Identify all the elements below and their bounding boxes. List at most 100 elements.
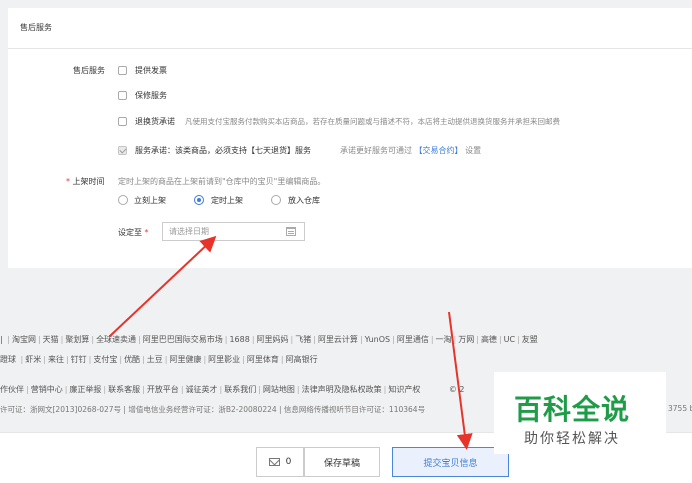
date-input[interactable] xyxy=(167,226,281,237)
footer-sep: | xyxy=(242,355,245,364)
footer-link[interactable]: 开放平台 xyxy=(147,385,179,394)
footer-sep: | xyxy=(65,355,69,364)
footer-sep: | xyxy=(359,335,363,344)
required-mark: * xyxy=(66,177,70,186)
footer-sep: | xyxy=(91,335,95,344)
footer-link[interactable]: 联系客服 xyxy=(108,385,140,394)
invoice-checkbox[interactable] xyxy=(118,66,127,75)
footer-link[interactable]: 钉钉 xyxy=(71,355,87,364)
footer-link[interactable]: 营销中心 xyxy=(31,385,63,394)
footer-link[interactable]: 阿里体育 xyxy=(247,355,279,364)
footer-links-row3: 作伙伴 | 营销中心 | 廉正举报 | 联系客服 | 开放平台 | 诚征英才 | 联系我们 | 网站地图 | 法… xyxy=(0,384,465,395)
footer-link[interactable]: 全球速卖通 xyxy=(96,335,136,344)
footer-sep: | xyxy=(313,335,316,344)
footer-sep: | xyxy=(296,385,300,394)
return-promise-checkbox[interactable] xyxy=(118,117,127,126)
footer-sep: | xyxy=(258,385,261,394)
footer-link[interactable]: 联系我们 xyxy=(224,385,256,394)
save-draft-button[interactable]: 保存草稿 xyxy=(304,447,380,477)
date-picker[interactable] xyxy=(162,222,305,241)
footer-link[interactable]: 友盟 xyxy=(522,335,538,344)
listing-time-text: 上架时间 xyxy=(72,177,105,186)
seven-day-label: 服务承诺：该类商品，必须支持【七天退货】服务 xyxy=(135,146,311,155)
footer-sep: | xyxy=(498,335,502,344)
footer-sep: | xyxy=(37,335,41,344)
footer-link[interactable]: 优酷 xyxy=(124,355,140,364)
footer-sep: | xyxy=(142,355,145,364)
trade-contract-link[interactable]: 【交易合约】 xyxy=(415,146,463,155)
footer-lead2[interactable]: 蹬球 xyxy=(0,355,16,364)
footer-link[interactable]: UC xyxy=(504,335,515,344)
footer-link[interactable]: 阿里妈妈 xyxy=(257,335,289,344)
footer-sep: | xyxy=(383,385,387,394)
return-promise-label: 退换货承诺 xyxy=(135,117,175,126)
set-to-label: 设定至 * xyxy=(118,227,149,238)
footer-link[interactable]: 阿里通信 xyxy=(397,335,429,344)
radio-warehouse-label: 放入仓库 xyxy=(288,196,320,205)
footer-sep: | xyxy=(392,335,395,344)
promise-hint-text: 承诺更好服务可通过 xyxy=(340,146,412,155)
footer-sep: | xyxy=(180,385,184,394)
footer-sep: | xyxy=(43,355,46,364)
footer-link[interactable]: 阿里巴巴国际交易市场 xyxy=(143,335,223,344)
footer-link[interactable]: 网站地图 xyxy=(263,385,295,394)
calendar-icon[interactable] xyxy=(286,227,296,236)
message-button[interactable]: 0 xyxy=(256,447,304,477)
footer-link[interactable]: 廉正举报 xyxy=(69,385,101,394)
footer-link[interactable]: 知识产权 xyxy=(388,385,420,394)
radio-scheduled[interactable] xyxy=(194,195,204,205)
watermark-subtitle: 助你轻松解决 xyxy=(524,431,620,447)
after-sales-label: 售后服务 xyxy=(73,66,105,75)
footer-link[interactable]: 万网 xyxy=(458,335,474,344)
footer-link[interactable]: 土豆 xyxy=(147,355,163,364)
section-divider xyxy=(8,48,692,49)
seven-day-checkbox xyxy=(118,146,127,155)
watermark-title: 百科全说 xyxy=(514,393,631,426)
footer-sep: | xyxy=(103,385,107,394)
footer-link[interactable]: 阿高银行 xyxy=(286,355,318,364)
footer-sep: | xyxy=(251,335,255,344)
footer-link[interactable]: 淘宝网 xyxy=(12,335,36,344)
envelope-icon xyxy=(268,455,280,466)
promise-hint-tail: 设置 xyxy=(465,146,482,155)
set-to-text: 设定至 xyxy=(118,228,142,237)
listing-time-label: * 上架时间 xyxy=(66,176,105,187)
footer-sep: | xyxy=(119,355,123,364)
footer-link[interactable]: 作伙伴 xyxy=(0,385,24,394)
footer-sep: | xyxy=(142,385,145,394)
footer-links-row1: | | 淘宝网 | 天猫 | 聚划算 | 全球速卖通 | 阿里巴巴国际交易市场 | 1688 | 阿里妈妈… xyxy=(0,334,538,345)
footer-link[interactable]: 一淘 xyxy=(436,335,452,344)
footer-link[interactable]: 诚征英才 xyxy=(186,385,218,394)
warranty-label: 保修服务 xyxy=(135,91,167,100)
footer-link[interactable]: 飞猪 xyxy=(295,335,311,344)
footer-link[interactable]: 法律声明及隐私权政策 xyxy=(302,385,382,394)
set-to-required: * xyxy=(144,228,149,237)
footer-sep: | xyxy=(20,355,24,364)
footer-link[interactable]: 天猫 xyxy=(43,335,59,344)
footer-sep: | xyxy=(138,335,141,344)
copyright: © 2 xyxy=(448,385,465,394)
footer-sep: | xyxy=(7,335,10,344)
footer-sep: | xyxy=(476,335,479,344)
invoice-label: 提供发票 xyxy=(135,66,167,75)
footer-link[interactable]: 聚划算 xyxy=(65,335,89,344)
footer-sep: | xyxy=(164,355,168,364)
footer-link[interactable]: 阿里影业 xyxy=(208,355,240,364)
radio-list-now[interactable] xyxy=(118,195,128,205)
footer-sep: | xyxy=(280,355,284,364)
footer-link[interactable]: YunOS xyxy=(365,335,390,344)
promise-hint: 承诺更好服务可通过 【交易合约】 设置 xyxy=(340,145,481,156)
footer-link[interactable]: 阿里健康 xyxy=(169,355,201,364)
warranty-checkbox[interactable] xyxy=(118,91,127,100)
footer-link[interactable]: 高德 xyxy=(481,335,497,344)
footer-link[interactable]: 阿里云计算 xyxy=(318,335,358,344)
footer-link[interactable]: 来往 xyxy=(48,355,64,364)
listing-hint: 定时上架的商品在上架前请到"仓库中的宝贝"里编辑商品。 xyxy=(118,177,326,186)
submit-button[interactable]: 提交宝贝信息 xyxy=(392,447,509,477)
footer-link[interactable]: 1688 xyxy=(229,335,249,344)
radio-warehouse[interactable] xyxy=(271,195,281,205)
footer-link[interactable]: 支付宝 xyxy=(93,355,117,364)
watermark-logo: 百科全说 助你轻松解决 xyxy=(494,372,666,454)
footer-link[interactable]: 虾米 xyxy=(25,355,41,364)
footer-sep: | xyxy=(88,355,92,364)
